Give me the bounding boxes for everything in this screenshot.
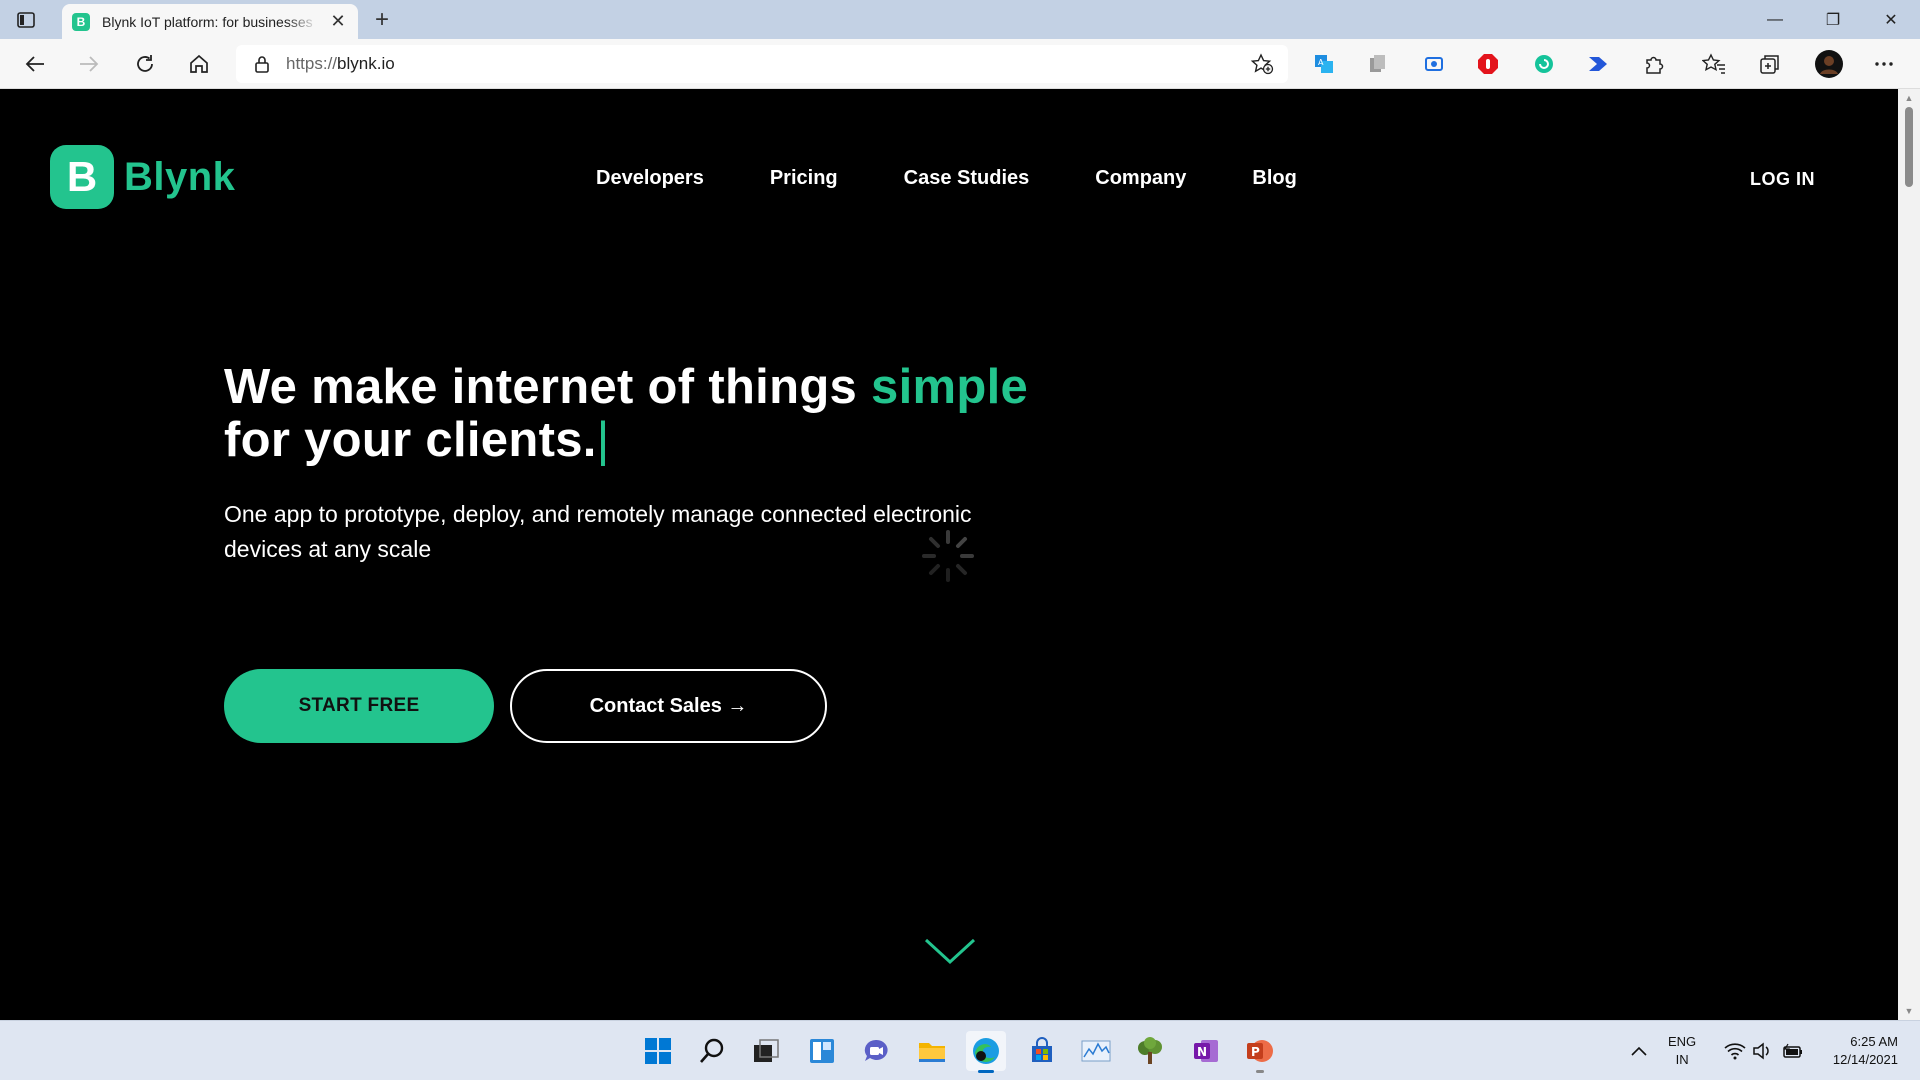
svg-text:N: N (1197, 1045, 1207, 1059)
search-icon[interactable] (692, 1031, 732, 1071)
blynk-logo-mark: B (50, 145, 114, 209)
window-controls: — ❐ ✕ (1746, 0, 1920, 39)
powerpoint-icon[interactable]: P (1240, 1031, 1280, 1073)
collections-icon[interactable] (1758, 52, 1782, 76)
contact-sales-button[interactable]: Contact Sales → (510, 669, 827, 743)
home-button[interactable] (184, 49, 214, 79)
hero-section: We make internet of things simple for you… (224, 361, 1124, 567)
store-icon[interactable] (1022, 1031, 1062, 1071)
arrow-extension-icon[interactable] (1586, 52, 1610, 76)
headline-accent-word: simple (871, 360, 1029, 414)
refresh-icon (137, 55, 153, 72)
nav-case-studies[interactable]: Case Studies (904, 167, 1030, 190)
input-language[interactable]: ENG IN (1668, 1033, 1696, 1069)
blynk-favicon-icon: B (72, 12, 90, 31)
back-arrow-icon (25, 56, 44, 72)
address-bar[interactable]: https://blynk.io (236, 45, 1288, 83)
forward-button[interactable] (74, 49, 104, 79)
browser-toolbar: https://blynk.io A (0, 39, 1920, 89)
battery-icon[interactable] (1782, 1021, 1804, 1080)
nav-pricing[interactable]: Pricing (770, 167, 838, 190)
running-app-indicator (1256, 1070, 1264, 1073)
hero-headline: We make internet of things simple for you… (224, 360, 1029, 467)
page-viewport: B Blynk Developers Pricing Case Studies … (0, 89, 1898, 1020)
page-scrollbar[interactable]: ▲ ▼ (1898, 89, 1920, 1020)
nav-developers[interactable]: Developers (596, 167, 704, 190)
typing-caret: | (596, 413, 610, 467)
edge-icon[interactable] (966, 1031, 1006, 1073)
refresh-button[interactable] (130, 49, 160, 79)
browser-tab-strip: B Blynk IoT platform: for businesses ✕ +… (0, 0, 1920, 39)
favorites-icon[interactable] (1702, 52, 1726, 76)
windows-taskbar: N P ENG IN 6:25 AM 12/14/2021 (0, 1020, 1920, 1080)
file-explorer-icon[interactable] (912, 1031, 952, 1071)
wifi-icon[interactable] (1724, 1021, 1746, 1080)
loading-spinner-icon (922, 530, 974, 582)
lock-icon[interactable] (254, 55, 270, 73)
blynk-logo[interactable]: B Blynk (50, 145, 235, 209)
active-app-indicator (978, 1070, 994, 1073)
restore-button[interactable]: ❐ (1804, 0, 1862, 39)
scroll-thumb[interactable] (1905, 107, 1913, 187)
url-text[interactable]: https://blynk.io (286, 54, 395, 74)
minimize-button[interactable]: — (1746, 0, 1804, 39)
back-button[interactable] (20, 49, 50, 79)
close-tab-icon[interactable]: ✕ (328, 11, 348, 32)
nav-company[interactable]: Company (1095, 167, 1186, 190)
adblock-extension-icon[interactable] (1476, 52, 1500, 76)
more-menu-icon[interactable] (1872, 52, 1896, 76)
tab-title: Blynk IoT platform: for businesses (102, 13, 313, 30)
clock-time: 6:25 AM (1850, 1034, 1898, 1049)
volume-icon[interactable] (1752, 1021, 1772, 1080)
start-icon[interactable] (638, 1031, 678, 1071)
nav-blog[interactable]: Blog (1252, 167, 1296, 190)
extensions-puzzle-icon[interactable] (1642, 52, 1666, 76)
close-window-button[interactable]: ✕ (1862, 0, 1920, 39)
scroll-down-chevron-icon[interactable] (924, 937, 976, 965)
grammar-extension-icon[interactable] (1532, 52, 1556, 76)
tree-app-icon[interactable] (1130, 1031, 1170, 1071)
screen-capture-extension-icon[interactable] (1422, 52, 1446, 76)
scroll-up-arrow-icon[interactable]: ▲ (1903, 92, 1915, 104)
widgets-icon[interactable] (802, 1031, 842, 1071)
show-hidden-icons-chevron-icon[interactable] (1630, 1021, 1648, 1080)
browser-tab-active[interactable]: B Blynk IoT platform: for businesses ✕ (62, 4, 358, 39)
teams-chat-icon[interactable] (856, 1031, 896, 1071)
add-favorite-icon[interactable] (1250, 53, 1274, 80)
new-tab-button[interactable]: + (368, 6, 396, 34)
hero-subline: One app to prototype, deploy, and remote… (224, 501, 972, 562)
scroll-down-arrow-icon[interactable]: ▼ (1903, 1005, 1915, 1017)
cta-row: START FREE Contact Sales → (224, 669, 827, 743)
stock-chart-icon[interactable] (1076, 1031, 1116, 1071)
task-view-icon[interactable] (746, 1031, 786, 1071)
svg-text:A: A (1318, 58, 1324, 67)
system-clock[interactable]: 6:25 AM 12/14/2021 (1833, 1033, 1898, 1069)
home-icon (190, 54, 208, 73)
copy-extension-icon[interactable] (1366, 52, 1390, 76)
forward-arrow-icon (80, 56, 99, 72)
tab-actions-icon[interactable] (14, 8, 38, 32)
blynk-wordmark: Blynk (124, 154, 236, 199)
site-nav: Developers Pricing Case Studies Company … (596, 167, 1363, 190)
profile-avatar[interactable] (1814, 49, 1844, 79)
clock-date: 12/14/2021 (1832, 1052, 1898, 1067)
onenote-icon[interactable]: N (1186, 1031, 1226, 1071)
translate-extension-icon[interactable]: A (1312, 52, 1336, 76)
login-link[interactable]: LOG IN (1750, 169, 1815, 190)
svg-text:P: P (1251, 1045, 1260, 1059)
start-free-button[interactable]: START FREE (224, 669, 494, 743)
